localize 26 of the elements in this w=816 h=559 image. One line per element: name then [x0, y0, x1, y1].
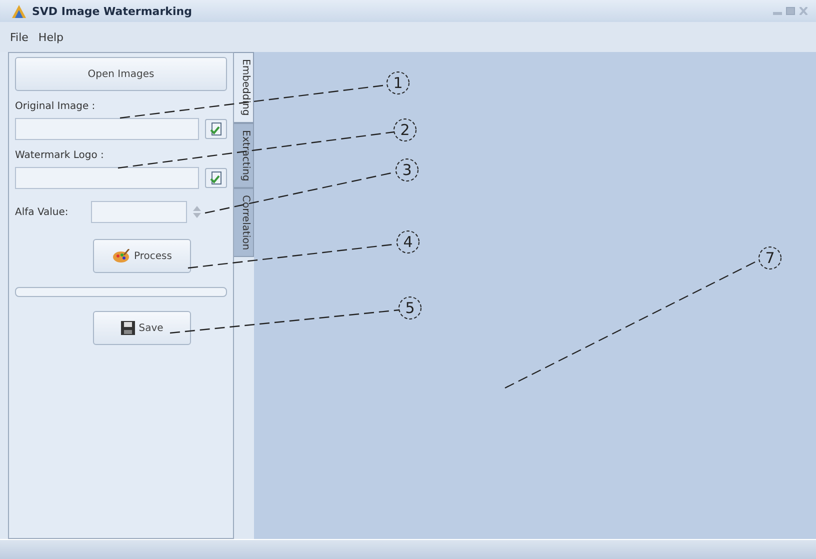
menu-item[interactable]: Help	[38, 30, 64, 44]
close-icon[interactable]	[799, 7, 808, 15]
vertical-tab[interactable]: Correlation	[234, 188, 254, 258]
callout: 5	[170, 296, 422, 334]
input-field[interactable]	[91, 201, 187, 223]
browse-button[interactable]	[205, 168, 227, 188]
callout: 7	[504, 246, 782, 389]
process-button[interactable]: Process	[93, 239, 191, 273]
field-label: Original Image :	[15, 101, 96, 112]
maximize-icon[interactable]	[786, 7, 795, 15]
open-images-button[interactable]: Open Images	[15, 57, 227, 91]
vertical-tab[interactable]: Embedding	[234, 52, 254, 123]
app-icon	[12, 4, 26, 18]
field-label: Alfa Value:	[15, 206, 70, 218]
vertical-tab[interactable]: Extracting	[234, 122, 254, 188]
save-button[interactable]: Save	[93, 311, 191, 345]
field-label: Watermark Logo :	[15, 150, 105, 161]
palette-icon	[112, 249, 130, 263]
menu-item[interactable]: File	[10, 30, 28, 44]
spinner-icon[interactable]	[193, 206, 201, 218]
browse-button[interactable]	[205, 119, 227, 139]
input-field[interactable]	[15, 167, 199, 189]
input-field[interactable]	[15, 118, 199, 140]
window-title: SVD Image Watermarking	[32, 4, 193, 18]
document-check-icon	[209, 122, 223, 136]
document-check-icon	[209, 171, 223, 185]
